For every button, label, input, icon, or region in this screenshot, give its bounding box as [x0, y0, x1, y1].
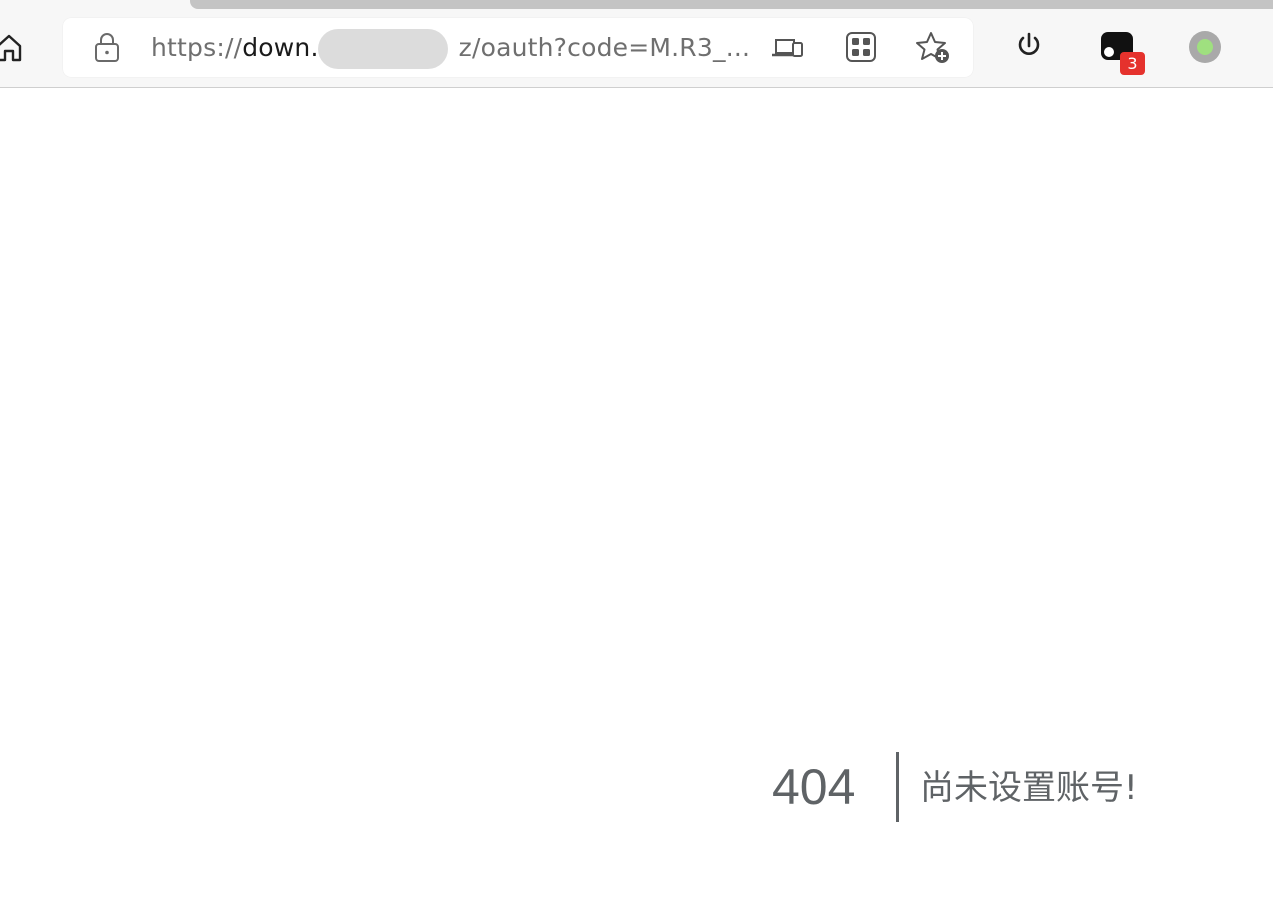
error-message: 尚未设置账号! [920, 768, 1138, 808]
url-host: down. [242, 33, 319, 62]
url-scheme: https:// [151, 33, 243, 62]
power-icon [1018, 32, 1040, 55]
url-ellipsis: ... [725, 33, 751, 62]
profile-icon [1189, 31, 1221, 63]
device-icon [772, 39, 803, 57]
send-to-device-button[interactable] [770, 30, 806, 64]
browser-toolbar: https://down. z/oauth?code=M.R3_... 3 [0, 0, 1273, 88]
redaction-blur [318, 29, 448, 69]
extension-badge: 3 [1120, 52, 1145, 75]
home-button[interactable] [0, 30, 24, 64]
url-path: z/oauth?code=M.R3_ [458, 33, 726, 62]
home-icon [0, 34, 22, 62]
address-bar[interactable]: https://down. z/oauth?code=M.R3_... [63, 18, 973, 77]
error-code: 404 [772, 759, 856, 815]
profile-button[interactable] [1187, 28, 1223, 64]
apps-grid-icon [846, 32, 876, 62]
lock-icon [95, 33, 119, 62]
tab-strip[interactable] [190, 0, 1273, 9]
error-divider [896, 752, 899, 822]
apps-button[interactable] [843, 30, 879, 64]
add-favorite-button[interactable] [915, 30, 951, 64]
power-button[interactable] [1011, 28, 1047, 64]
favorite-add-icon [916, 32, 949, 63]
site-info-button[interactable] [93, 31, 121, 63]
url-text[interactable]: https://down. z/oauth?code=M.R3_... [151, 31, 751, 65]
